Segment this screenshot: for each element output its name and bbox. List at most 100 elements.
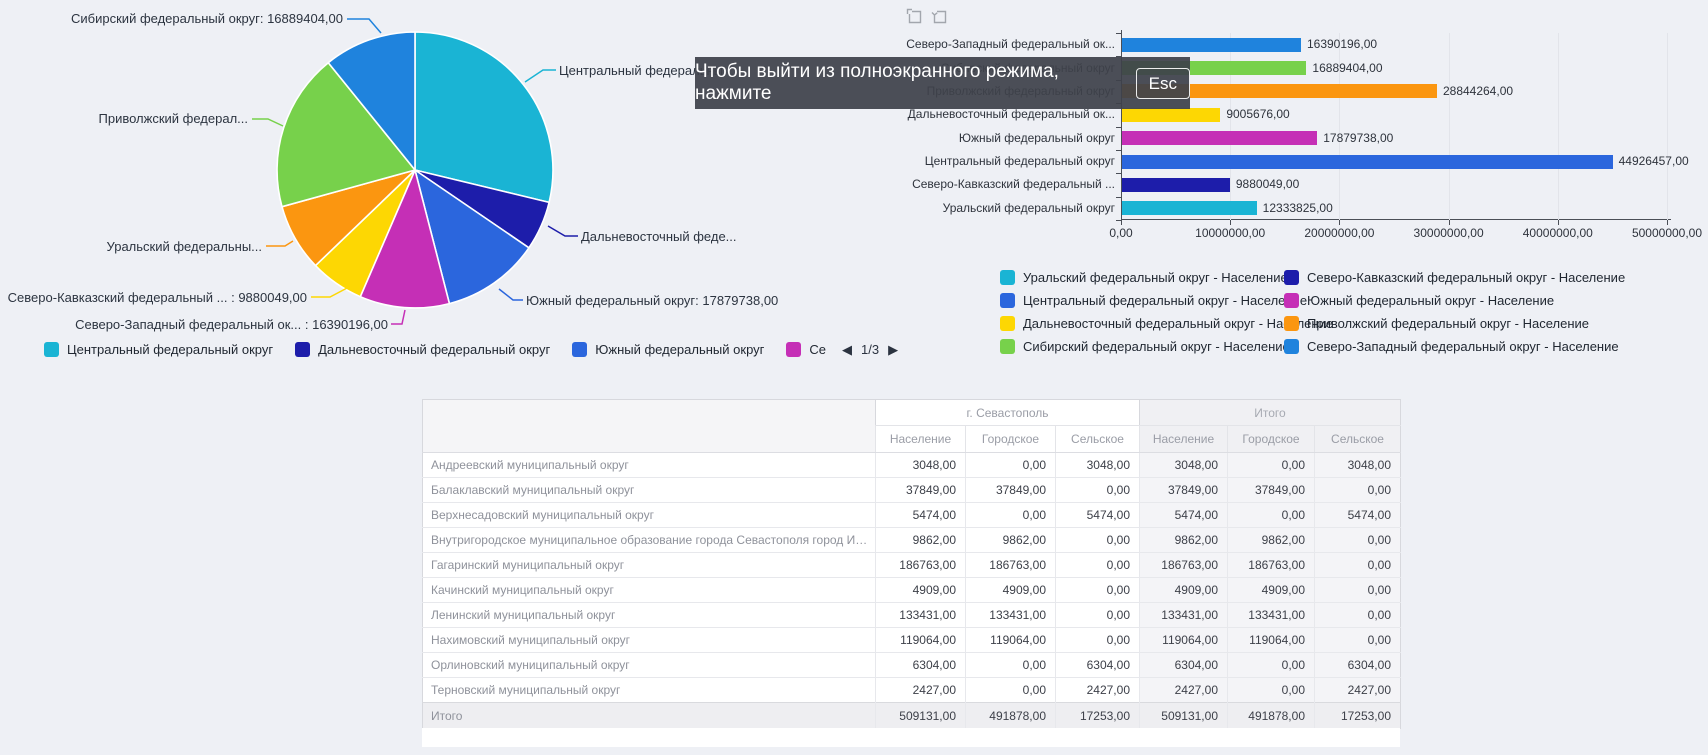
legend-item[interactable]: Центральный федеральный округ - Населени… [1000,293,1284,308]
table-cell: 4909,00 [876,578,966,603]
column-group-header: г. Севастополь [876,400,1140,426]
pie-chart-panel: Центральный федеральный округ Дальневосто… [0,0,830,365]
legend-item[interactable]: Южный федеральный округ [572,342,764,357]
legend-swatch [1284,293,1299,308]
table-cell: 6304,00 [1315,653,1401,678]
legend-item[interactable]: Дальневосточный федеральный округ [295,342,550,357]
legend-item[interactable]: Северо-Кавказский федеральный округ - На… [1284,270,1625,285]
x-axis-tick [1449,220,1450,225]
bar-value-label: 44926457,00 [1619,154,1689,169]
table-cell: 0,00 [1056,628,1140,653]
legend-swatch [1000,293,1015,308]
legend-item[interactable]: Сибирский федеральный округ - Население [1000,339,1284,354]
table-corner-cell [423,400,876,453]
bar-chart-panel: 16390196,0016889404,0028844264,009005676… [830,0,1708,365]
row-label: Балаклавский муниципальный округ [423,478,876,503]
bar-value-label: 16889404,00 [1312,61,1382,76]
table-cell: 17253,00 [1056,703,1140,729]
table-horizontal-scrollbar[interactable] [422,728,1400,747]
table-cell: 0,00 [1315,603,1401,628]
table-cell: 0,00 [1315,478,1401,503]
zoom-select-icon[interactable] [906,8,923,25]
row-label: Терновский муниципальный округ [423,678,876,703]
legend-swatch [1000,270,1015,285]
table-cell: 0,00 [1228,453,1315,478]
bar-category-label: Северо-Западный федеральный ок... [906,37,1115,52]
legend-item-label: Се [809,342,826,357]
legend-item[interactable]: Южный федеральный округ - Население [1284,293,1625,308]
x-axis-label: 10000000,00 [1195,226,1265,240]
bar[interactable] [1122,201,1257,215]
table-cell: 119064,00 [1140,628,1228,653]
legend-item[interactable]: Центральный федеральный округ [44,342,273,357]
table-row: Терновский муниципальный округ2427,000,0… [423,678,1401,703]
x-axis-label: 0,00 [1109,226,1132,240]
y-axis-tick [1116,220,1121,221]
bar[interactable] [1122,155,1613,169]
x-axis-tick [1121,220,1122,225]
table-cell: 0,00 [966,653,1056,678]
restore-icon[interactable] [931,8,948,25]
column-header: Городское [1228,426,1315,453]
pie-chart[interactable] [275,30,555,310]
table-cell: 133431,00 [966,603,1056,628]
pie-callout-label: Уральский федеральны... [107,239,262,254]
legend-swatch [1000,339,1015,354]
x-axis-tick [1558,220,1559,225]
table-cell: 2427,00 [1315,678,1401,703]
bar[interactable] [1122,131,1317,145]
legend-item[interactable]: Приволжский федеральный округ - Населени… [1284,316,1625,331]
legend-item-label: Приволжский федеральный округ - Населени… [1307,316,1589,331]
legend-item-label: Южный федеральный округ [595,342,764,357]
row-label: Андреевский муниципальный округ [423,453,876,478]
legend-swatch [1284,270,1299,285]
table-header-row: г. СевастопольИтого [423,400,1401,426]
table-cell: 119064,00 [876,628,966,653]
legend-swatch [786,342,801,357]
data-table: г. СевастопольИтогоНаселениеГородскоеСел… [422,399,1400,729]
row-label: Верхнесадовский муниципальный округ [423,503,876,528]
x-axis-tick [1667,220,1668,225]
legend-swatch [572,342,587,357]
table-cell: 0,00 [1056,478,1140,503]
table-cell: 0,00 [1315,553,1401,578]
bar[interactable] [1122,38,1301,52]
table-cell: 186763,00 [876,553,966,578]
y-axis-tick [1116,127,1121,128]
bar-legend: Уральский федеральный округ - НаселениеС… [1000,270,1625,354]
table-cell: 119064,00 [966,628,1056,653]
table-total-row: Итого509131,00491878,0017253,00509131,00… [423,703,1401,729]
table-cell: 0,00 [1228,503,1315,528]
legend-item[interactable]: Северо-Западный федеральный округ - Насе… [1284,339,1625,354]
gridline [1667,33,1668,220]
bar-value-label: 9880049,00 [1236,177,1299,192]
legend-item[interactable]: Уральский федеральный округ - Население [1000,270,1284,285]
chart-toolbar [906,8,948,25]
table-cell: 37849,00 [876,478,966,503]
x-axis-label: 40000000,00 [1523,226,1593,240]
table-cell: 5474,00 [876,503,966,528]
legend-swatch [295,342,310,357]
table-cell: 491878,00 [1228,703,1315,729]
y-axis-tick [1116,33,1121,34]
table-cell: 37849,00 [966,478,1056,503]
legend-item[interactable]: Дальневосточный федеральный округ - Насе… [1000,316,1284,331]
bar[interactable] [1122,108,1220,122]
table-row: Внутригородское муниципальное образовани… [423,528,1401,553]
table-cell: 9862,00 [966,528,1056,553]
bar-value-label: 17879738,00 [1323,131,1393,146]
table-cell: 0,00 [1056,578,1140,603]
row-label: Нахимовский муниципальный округ [423,628,876,653]
column-header: Население [876,426,966,453]
bar[interactable] [1122,178,1230,192]
bar-category-label: Уральский федеральный округ [943,201,1115,216]
table-row: Балаклавский муниципальный округ37849,00… [423,478,1401,503]
legend-item-label: Центральный федеральный округ - Населени… [1023,293,1307,308]
legend-item[interactable]: Се [786,342,826,357]
legend-item-label: Южный федеральный округ - Население [1307,293,1554,308]
y-axis-tick [1116,197,1121,198]
bar-plot-area: 16390196,0016889404,0028844264,009005676… [1121,33,1667,220]
table-cell: 6304,00 [1056,653,1140,678]
table-cell: 133431,00 [876,603,966,628]
column-group-header: Итого [1140,400,1401,426]
